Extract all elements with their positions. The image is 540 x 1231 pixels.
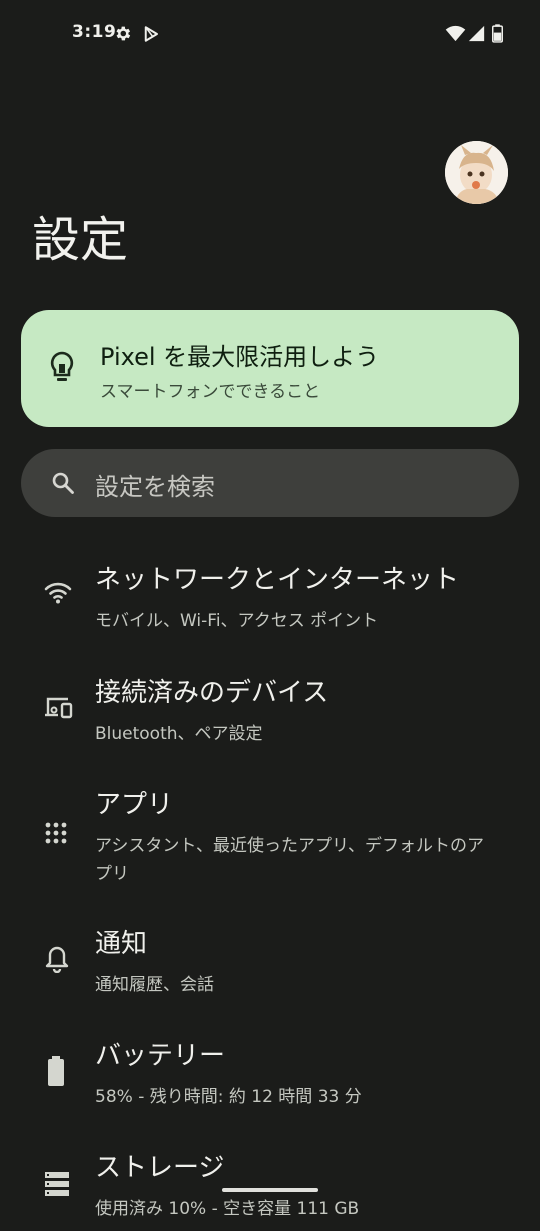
settings-item-summary: 使用済み 10% - 空き容量 111 GB: [95, 1199, 360, 1219]
battery-icon: [492, 24, 503, 43]
settings-item-notifications[interactable]: 通知 通知履歴、会話: [0, 927, 540, 1007]
settings-item-connected-devices[interactable]: 接続済みのデバイス Bluetooth、ペア設定: [0, 676, 540, 756]
status-bar: 3:19: [0, 0, 540, 68]
tips-card-title: Pixel を最大限活用しよう: [100, 343, 380, 371]
search-icon: [52, 472, 74, 494]
settings-item-summary: Bluetooth、ペア設定: [95, 724, 263, 744]
settings-item-network[interactable]: ネットワークとインターネット モバイル、Wi-Fi、アクセス ポイント: [0, 563, 540, 643]
wifi-icon: [44, 582, 72, 604]
settings-item-summary: 58% - 残り時間: 約 12 時間 33 分: [95, 1087, 362, 1107]
settings-item-summary: モバイル、Wi-Fi、アクセス ポイント: [95, 611, 379, 631]
search-bar[interactable]: 設定を検索: [21, 449, 519, 517]
settings-item-title: バッテリー: [95, 1041, 226, 1071]
tips-card[interactable]: Pixel を最大限活用しよう スマートフォンでできること: [21, 310, 519, 427]
storage-icon: [45, 1172, 69, 1196]
settings-item-title: アプリ: [95, 790, 174, 820]
settings-item-title: ネットワークとインターネット: [95, 565, 460, 595]
lightbulb-icon: [50, 351, 74, 381]
settings-item-apps[interactable]: アプリ アシスタント、最近使ったアプリ、デフォルトのアプリ: [0, 788, 540, 898]
cellular-signal-icon: [468, 25, 485, 42]
bell-icon: [45, 946, 69, 973]
gear-icon: [116, 26, 131, 41]
status-time: 3:19: [72, 22, 117, 42]
avatar-image: [445, 141, 508, 204]
search-input[interactable]: 設定を検索: [95, 467, 215, 502]
devices-icon: [45, 697, 73, 719]
settings-item-summary: アシスタント、最近使ったアプリ、デフォルトのアプリ: [95, 836, 484, 884]
settings-item-title: 接続済みのデバイス: [95, 678, 329, 708]
settings-item-battery[interactable]: バッテリー 58% - 残り時間: 約 12 時間 33 分: [0, 1039, 540, 1119]
tips-card-subtitle: スマートフォンでできること: [100, 382, 321, 402]
gesture-navigation-handle[interactable]: [222, 1188, 318, 1192]
play-store-icon: [144, 26, 158, 42]
settings-item-title: 通知: [95, 929, 148, 959]
battery-icon: [48, 1056, 64, 1086]
settings-item-title: ストレージ: [95, 1153, 225, 1183]
page-title: 設定: [32, 212, 129, 268]
wifi-icon: [445, 25, 466, 42]
avatar[interactable]: [445, 141, 508, 204]
apps-grid-icon: [45, 822, 67, 844]
settings-item-summary: 通知履歴、会話: [95, 975, 214, 995]
